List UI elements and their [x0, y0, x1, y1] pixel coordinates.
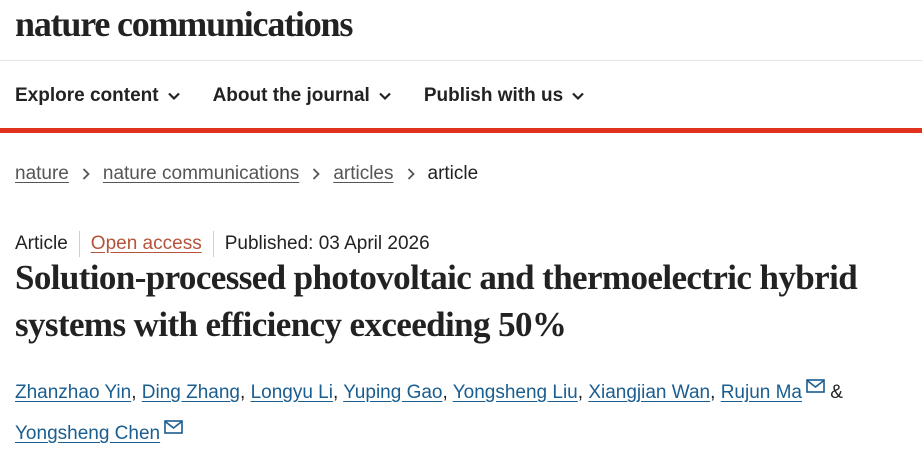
- published-date: 03 April 2026: [318, 233, 430, 254]
- header-divider: [0, 60, 922, 61]
- accent-bar: [0, 128, 922, 133]
- published-label: Published:: [224, 233, 314, 254]
- author-link[interactable]: Yongsheng Liu: [453, 382, 578, 403]
- mail-icon[interactable]: [164, 420, 183, 434]
- author-separator: ,: [131, 382, 137, 403]
- nav-about-journal-label: About the journal: [212, 85, 370, 106]
- author-link[interactable]: Xiangjian Wan: [588, 382, 710, 403]
- breadcrumb: nature nature communications articles ar…: [15, 160, 478, 188]
- chevron-down-icon: [379, 92, 391, 101]
- author-separator: ,: [577, 382, 584, 403]
- site-logo[interactable]: nature communications: [15, 2, 353, 46]
- breadcrumb-nature[interactable]: nature: [15, 163, 69, 185]
- author-ampersand: &: [830, 382, 843, 403]
- breadcrumb-nature-communications[interactable]: nature communications: [103, 163, 299, 185]
- nav-about-journal[interactable]: About the journal: [213, 85, 392, 107]
- author-link[interactable]: Zhanzhao Yin: [15, 382, 131, 403]
- author-link[interactable]: Yongsheng Chen: [15, 423, 160, 444]
- breadcrumb-articles[interactable]: articles: [333, 163, 393, 185]
- author-separator: ,: [442, 382, 448, 403]
- nav-explore-content-label: Explore content: [15, 85, 159, 106]
- author-separator: ,: [332, 382, 339, 403]
- chevron-down-icon: [167, 92, 180, 101]
- chevron-right-icon: [313, 168, 321, 180]
- author-link[interactable]: Ding Zhang: [142, 382, 240, 403]
- author-separator: ,: [710, 382, 716, 403]
- chevron-down-icon: [572, 92, 584, 101]
- author-list: Zhanzhao Yin, Ding Zhang, Longyu Li, Yup…: [15, 372, 910, 454]
- chevron-right-icon: [407, 168, 415, 180]
- mail-icon[interactable]: [806, 379, 825, 393]
- chevron-right-icon: [82, 168, 90, 180]
- author-link[interactable]: Yuping Gao: [343, 382, 442, 403]
- author-link[interactable]: Longyu Li: [251, 382, 333, 403]
- main-nav: Explore content About the journal Publis…: [15, 82, 617, 110]
- article-title: Solution-processed photovoltaic and ther…: [15, 258, 858, 344]
- author-link[interactable]: Rujun Ma: [721, 382, 802, 403]
- breadcrumb-current: article: [427, 163, 479, 184]
- nav-publish-with-us[interactable]: Publish with us: [424, 85, 585, 107]
- author-separator: ,: [240, 382, 246, 403]
- nav-publish-with-us-label: Publish with us: [423, 85, 564, 106]
- nav-explore-content[interactable]: Explore content: [15, 85, 181, 107]
- open-access-link[interactable]: Open access: [91, 233, 202, 255]
- article-type: Article: [15, 233, 68, 254]
